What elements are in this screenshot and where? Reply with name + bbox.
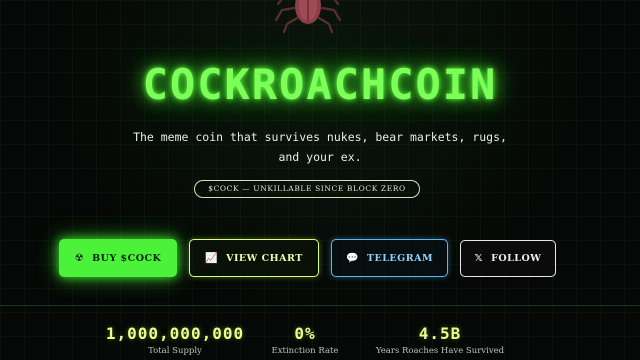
chart-icon: 📈 bbox=[205, 252, 219, 264]
view-chart-button-label: VIEW CHART bbox=[226, 252, 303, 264]
stat-label: Total Supply bbox=[148, 346, 202, 356]
cockroach-icon bbox=[274, 0, 342, 34]
ticker-badge: $COCK — UNKILLABLE SINCE BLOCK ZERO bbox=[194, 180, 420, 198]
view-chart-button[interactable]: 📈 VIEW CHART bbox=[189, 239, 319, 277]
stat-value: 4.5B bbox=[418, 324, 462, 343]
stat-label: Extinction Rate bbox=[271, 346, 339, 356]
speech-bubble-icon: 💬 bbox=[345, 252, 359, 264]
tagline-line-1: The meme coin that survives nukes, bear … bbox=[133, 130, 507, 144]
stat-label: Years Roaches Have Survived bbox=[375, 346, 505, 356]
follow-button[interactable]: 𝕏 FOLLOW bbox=[460, 240, 556, 277]
stat-value: 1,000,000,000 bbox=[105, 324, 245, 343]
x-logo-icon: 𝕏 bbox=[474, 253, 484, 264]
radioactive-icon: ☢ bbox=[74, 252, 85, 264]
section-divider bbox=[0, 305, 640, 306]
telegram-button-label: TELEGRAM bbox=[366, 252, 434, 264]
buy-button[interactable]: ☢ BUY $COCK bbox=[59, 239, 177, 277]
tagline: The meme coin that survives nukes, bear … bbox=[100, 127, 540, 167]
telegram-button[interactable]: 💬 TELEGRAM bbox=[331, 239, 448, 277]
site-title: COCKROACHCOIN bbox=[142, 60, 498, 109]
stat-value: 0% bbox=[294, 324, 316, 343]
stat-extinction-rate: 0% Extinction Rate bbox=[250, 324, 360, 356]
follow-button-label: FOLLOW bbox=[491, 253, 542, 264]
stat-years-survived: 4.5B Years Roaches Have Survived bbox=[360, 324, 520, 356]
tagline-line-2: and your ex. bbox=[278, 150, 362, 164]
stat-total-supply: 1,000,000,000 Total Supply bbox=[95, 324, 255, 356]
buy-button-label: BUY $COCK bbox=[92, 252, 162, 264]
